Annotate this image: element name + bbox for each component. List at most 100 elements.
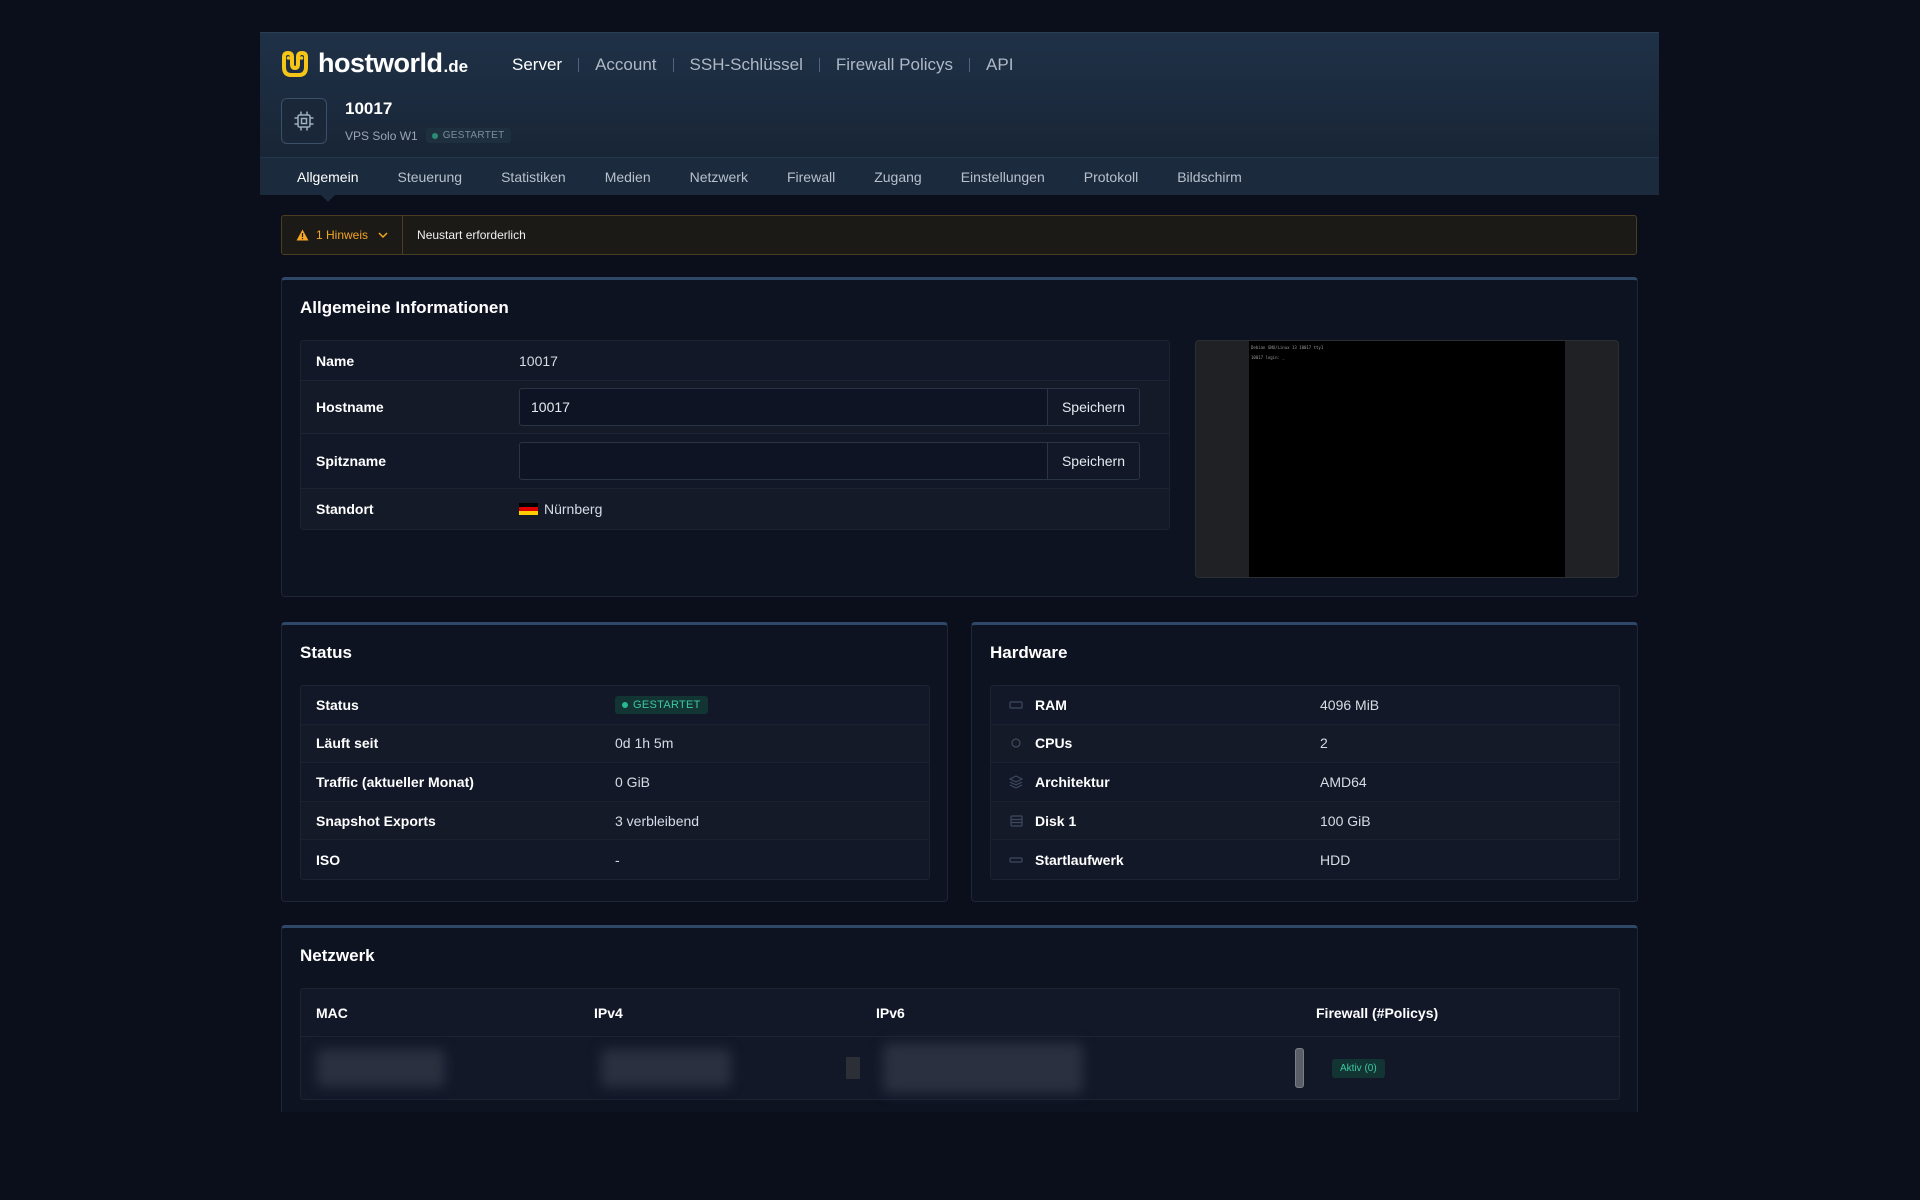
tab-netzwerk[interactable]: Netzwerk [690, 169, 748, 185]
cpu-icon [1009, 736, 1023, 750]
brand-name: hostworld [318, 48, 443, 78]
status-value: GESTARTET [615, 695, 708, 715]
scroll-handle[interactable] [1295, 1048, 1304, 1088]
copy-icon[interactable] [846, 1057, 860, 1079]
name-label: Name [316, 352, 355, 369]
status-row: Läuft seit 0d 1h 5m [301, 724, 929, 764]
info-row-nickname: Spitzname Speichern [301, 434, 1169, 489]
tab-protokoll[interactable]: Protokoll [1084, 169, 1138, 185]
hardware-row: RAM 4096 MiB [991, 686, 1619, 725]
drive-icon [1009, 853, 1023, 867]
network-title: Netzwerk [300, 946, 375, 965]
name-value: 10017 [519, 352, 558, 369]
snapshot-exports-value: 3 verbleibend [615, 812, 700, 829]
warning-icon [296, 229, 309, 241]
tab-statistiken[interactable]: Statistiken [501, 169, 566, 185]
tab-zugang[interactable]: Zugang [874, 169, 921, 185]
firewall-status-badge[interactable]: Aktiv (0) [1332, 1059, 1385, 1078]
cpu-chip-icon [281, 98, 327, 144]
architecture-label-group: Architektur [991, 774, 1320, 790]
tab-allgemein[interactable]: Allgemein [297, 169, 358, 185]
info-row-hostname: Hostname Speichern [301, 381, 1169, 434]
boot-drive-value: HDD [1320, 851, 1351, 868]
console-line: Debian GNU/Linux 13 10017 tty1 [1251, 345, 1324, 350]
server-plan: VPS Solo W1 [345, 128, 418, 143]
tab-bildschirm[interactable]: Bildschirm [1177, 169, 1242, 185]
general-info-card: Allgemeine Informationen Name 10017 Host… [281, 277, 1638, 597]
ram-value: 4096 MiB [1320, 696, 1380, 713]
cpus-label: CPUs [1035, 735, 1073, 752]
server-subtitle: VPS Solo W1 GESTARTET [345, 128, 511, 143]
nav-firewall-policies[interactable]: Firewall Policys [836, 55, 953, 75]
memory-icon [1009, 698, 1023, 712]
hostname-label: Hostname [316, 399, 384, 415]
general-info-table: Name 10017 Hostname Speichern Spitzname [300, 340, 1170, 530]
save-hostname-button[interactable]: Speichern [1047, 389, 1139, 425]
nickname-input[interactable] [520, 443, 1047, 479]
snapshot-exports-label: Snapshot Exports [316, 812, 436, 829]
console-screen: Debian GNU/Linux 13 10017 tty1 10017 log… [1249, 341, 1565, 577]
col-mac: MAC [316, 1004, 348, 1021]
nav-separator [818, 58, 820, 72]
server-title: 10017 [345, 99, 393, 118]
notice-count: 1 Hinweis [316, 228, 369, 242]
notice-message: Neustart erforderlich [417, 228, 526, 242]
nickname-input-group: Speichern [519, 442, 1140, 480]
network-table: MAC IPv4 IPv6 Firewall (#Policys) Aktiv … [300, 988, 1620, 1100]
hardware-row: CPUs 2 [991, 724, 1619, 764]
status-card: Status Status GESTARTET Läuft seit 0d 1h… [281, 622, 948, 902]
nav-server[interactable]: Server [512, 55, 562, 75]
hostname-field-group: Speichern [519, 388, 1140, 426]
console-line: 10017 login: _ [1251, 355, 1285, 360]
header: hostworld .de Server Account SSH-Schlüss… [260, 32, 1659, 157]
ram-label: RAM [1035, 696, 1067, 713]
disk-value: 100 GiB [1320, 812, 1371, 829]
hardware-row: Architektur AMD64 [991, 763, 1619, 802]
tab-medien[interactable]: Medien [605, 169, 651, 185]
col-ipv4: IPv4 [594, 1004, 623, 1021]
table-row: Aktiv (0) [301, 1037, 1619, 1099]
nickname-field-group: Speichern [519, 442, 1140, 480]
tab-einstellungen[interactable]: Einstellungen [961, 169, 1045, 185]
console-preview[interactable]: Debian GNU/Linux 13 10017 tty1 10017 log… [1195, 340, 1619, 578]
cpus-value: 2 [1320, 735, 1328, 752]
status-row: ISO - [301, 840, 929, 879]
status-dot-icon [431, 132, 438, 139]
hostname-input-group: Speichern [519, 388, 1140, 426]
hostname-input[interactable] [520, 389, 1047, 425]
nav-separator [578, 58, 580, 72]
iso-value: - [615, 851, 620, 868]
ram-label-group: RAM [991, 697, 1320, 713]
tab-steuerung[interactable]: Steuerung [397, 169, 462, 185]
hardware-row: Disk 1 100 GiB [991, 801, 1619, 841]
general-info-title: Allgemeine Informationen [300, 298, 509, 317]
status-row: Status GESTARTET [301, 686, 929, 725]
nickname-label: Spitzname [316, 453, 387, 469]
brand-tld: .de [443, 56, 469, 76]
location-label: Standort [316, 501, 374, 517]
info-row-name: Name 10017 [301, 341, 1169, 381]
network-card: Netzwerk MAC IPv4 IPv6 Firewall (#Policy… [281, 925, 1638, 1112]
hardware-title: Hardware [990, 643, 1068, 662]
layers-icon [1009, 775, 1023, 789]
boot-drive-label: Startlaufwerk [1035, 851, 1124, 868]
app-frame: hostworld .de Server Account SSH-Schlüss… [260, 32, 1659, 1112]
traffic-label: Traffic (aktueller Monat) [316, 773, 474, 790]
traffic-value: 0 GiB [615, 773, 651, 790]
hardware-table: RAM 4096 MiB CPUs 2 Architektur AMD64 Di… [990, 685, 1620, 880]
architecture-label: Architektur [1035, 773, 1110, 790]
mac-redacted [317, 1049, 445, 1087]
nav-api[interactable]: API [986, 55, 1013, 75]
server-state-label: GESTARTET [442, 130, 505, 141]
hardware-row: Startlaufwerk HDD [991, 840, 1619, 879]
tab-firewall[interactable]: Firewall [787, 169, 835, 185]
col-ipv6: IPv6 [876, 1004, 905, 1021]
network-table-header: MAC IPv4 IPv6 Firewall (#Policys) [301, 989, 1619, 1037]
save-nickname-button[interactable]: Speichern [1047, 443, 1139, 479]
status-row: Traffic (aktueller Monat) 0 GiB [301, 763, 929, 802]
notice-toggle-button[interactable]: 1 Hinweis [282, 216, 404, 254]
nav-ssh-keys[interactable]: SSH-Schlüssel [690, 55, 803, 75]
notice-bar: 1 Hinweis Neustart erforderlich [281, 215, 1637, 255]
brand-logo[interactable]: hostworld .de [280, 48, 468, 79]
nav-account[interactable]: Account [595, 55, 656, 75]
